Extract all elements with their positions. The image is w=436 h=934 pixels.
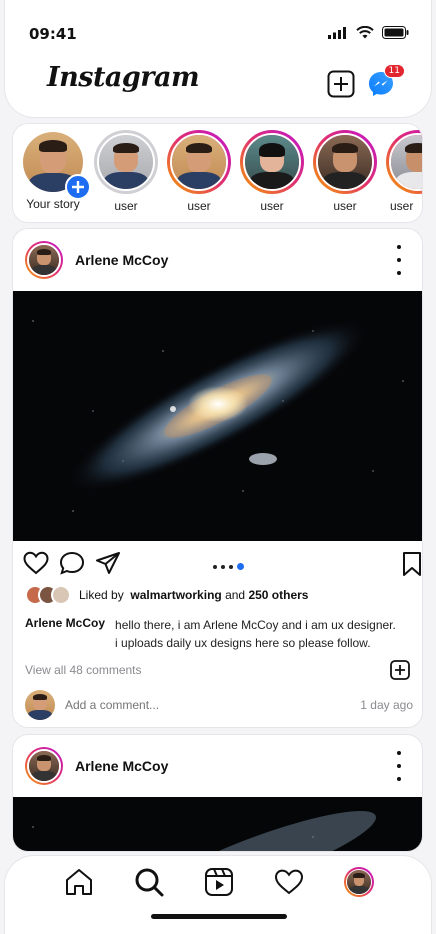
profile-avatar	[344, 867, 374, 897]
plus-icon	[72, 181, 84, 193]
commenter-avatar	[25, 690, 55, 720]
signal-icon	[328, 26, 346, 39]
caption-line: i uploads daily ux designs here so pleas…	[115, 636, 371, 650]
galaxy-photo	[66, 319, 370, 493]
heart-icon	[274, 869, 304, 895]
story-avatar	[313, 130, 377, 194]
reels-icon	[205, 868, 233, 896]
liked-by-and: and	[225, 588, 246, 602]
post-username[interactable]: Arlene McCoy	[75, 758, 168, 774]
story-label: user	[390, 199, 414, 213]
post-actions	[23, 551, 421, 581]
nav-activity[interactable]	[273, 866, 305, 898]
search-icon	[135, 868, 164, 897]
add-comment-button[interactable]	[390, 660, 410, 685]
story-item[interactable]: user	[240, 130, 304, 213]
wifi-icon	[356, 26, 374, 39]
post-more-button[interactable]	[394, 245, 404, 275]
liked-by-others[interactable]: 250 others	[248, 588, 308, 602]
nav-reels[interactable]	[203, 866, 235, 898]
nav-profile[interactable]	[343, 866, 375, 898]
story-item[interactable]: user	[94, 130, 158, 213]
story-label: user	[114, 199, 138, 213]
liked-by-row: Liked by walmartworking and 250 others	[25, 585, 308, 605]
post-caption: Arlene McCoy hello there, i am Arlene Mc…	[25, 616, 396, 652]
bottom-nav	[4, 855, 432, 934]
messenger-badge: 11	[383, 64, 405, 78]
post-header: Arlene McCoy	[25, 241, 168, 279]
post-image[interactable]	[13, 291, 422, 541]
story-avatar	[386, 130, 422, 194]
post-username[interactable]: Arlene McCoy	[75, 252, 168, 268]
post-image[interactable]	[13, 797, 422, 851]
liked-by-avatars	[25, 585, 71, 605]
add-post-button[interactable]	[327, 70, 355, 98]
story-avatar	[94, 130, 158, 194]
like-icon[interactable]	[23, 551, 49, 575]
story-item[interactable]: user	[167, 130, 231, 213]
home-indicator	[151, 914, 287, 919]
messenger-button[interactable]: 11	[367, 64, 405, 98]
phone-screen: 09:41 Instagram 11 Your story user user …	[0, 0, 436, 934]
story-label: user	[187, 199, 211, 213]
story-avatar	[167, 130, 231, 194]
post-header: Arlene McCoy	[25, 747, 168, 785]
story-label: user	[333, 199, 357, 213]
nav-search[interactable]	[133, 866, 165, 898]
galaxy-photo	[149, 811, 377, 851]
add-icon	[390, 660, 410, 680]
home-icon	[66, 869, 92, 895]
carousel-indicator	[213, 563, 244, 570]
comment-input[interactable]	[65, 698, 361, 712]
nav-home[interactable]	[63, 866, 95, 898]
share-icon[interactable]	[95, 551, 121, 575]
story-item[interactable]: user	[313, 130, 377, 213]
post-avatar[interactable]	[25, 241, 63, 279]
add-post-icon	[327, 70, 355, 98]
caption-line: hello there, i am Arlene McCoy and i am …	[115, 618, 396, 632]
status-icons	[328, 26, 409, 39]
caption-username[interactable]: Arlene McCoy	[25, 616, 105, 652]
comment-row: 1 day ago	[25, 690, 413, 720]
comment-icon[interactable]	[59, 551, 85, 575]
battery-icon	[382, 26, 409, 39]
post-avatar[interactable]	[25, 747, 63, 785]
story-avatar	[240, 130, 304, 194]
story-item-your-story[interactable]: Your story	[21, 130, 91, 211]
story-label: user	[260, 199, 284, 213]
post-card: Arlene McCoy	[12, 734, 423, 852]
bookmark-icon[interactable]	[401, 551, 423, 577]
story-item[interactable]: user	[386, 130, 422, 213]
status-time: 09:41	[29, 25, 77, 43]
post-time: 1 day ago	[360, 698, 413, 712]
top-header: 09:41 Instagram 11	[4, 0, 432, 118]
post-more-button[interactable]	[394, 751, 404, 781]
liked-by-user[interactable]: walmartworking	[130, 588, 221, 602]
stories-bar: Your story user user user user user	[12, 123, 423, 223]
liked-by-prefix: Liked by	[79, 588, 124, 602]
add-story-button[interactable]	[65, 174, 91, 200]
view-all-comments-link[interactable]: View all 48 comments	[25, 663, 142, 677]
instagram-logo[interactable]: Instagram	[47, 62, 200, 93]
post-card: Arlene McCoy	[12, 228, 423, 728]
